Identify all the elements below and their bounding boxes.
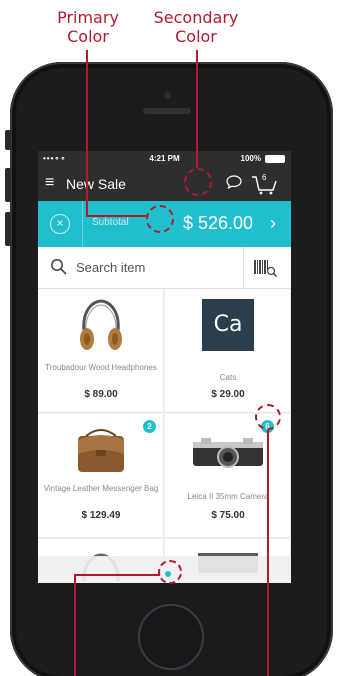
primary-callout-line [86,50,88,216]
primary-color-label: Primary Color [57,8,119,46]
phone-side-button [5,212,11,246]
camera-image [193,436,263,475]
chat-icon[interactable] [226,175,242,193]
headphones-image [76,297,126,360]
product-tile[interactable]: 6 Leica II 35mm Camera $ 75.00 [165,414,291,538]
product-price: $ 89.00 [84,389,118,400]
phone-side-button [5,168,11,202]
product-name: Vintage Leather Messenger Bag [43,484,159,493]
status-bar: •••∘∘ 4:21 PM 100% [38,151,291,167]
badge-marker [255,404,281,430]
cart-count: 6 [262,173,267,182]
divider [243,247,244,289]
close-icon[interactable]: × [50,214,70,234]
messenger-bag-image [76,424,126,481]
search-input[interactable]: Search item [76,260,145,275]
secondary-color-marker [184,168,212,196]
search-icon [50,258,68,281]
badge-callout-line [267,430,269,676]
product-tile[interactable]: Troubadour Wood Headphones $ 89.00 [38,289,164,413]
product-name: Troubadour Wood Headphones [45,363,157,372]
title-bar: ≡ New Sale 6 [38,167,291,201]
product-initials: Ca [202,299,254,351]
earpiece-speaker [143,108,191,114]
subtotal-amount: $ 526.00 [183,213,254,233]
barcode-search-icon[interactable] [254,258,278,283]
page-title: New Sale [66,176,126,192]
product-price: $ 129.49 [81,510,121,521]
primary-callout-line [86,215,148,217]
search-bar: Search item [38,247,291,289]
product-tile[interactable]: 2 Vintage Leather Messenger Bag $ 129.49 [38,414,164,538]
product-price: $ 75.00 [211,510,245,521]
phone-side-button [5,130,11,150]
secondary-callout-line [196,50,198,168]
divider [82,201,83,247]
front-camera [164,92,171,99]
product-name: Leica II 35mm Camera [187,492,269,501]
product-price: $ 29.00 [211,389,245,400]
page-dot-marker [158,560,182,584]
hamburger-icon[interactable]: ≡ [45,175,54,191]
quantity-badge: 2 [143,420,156,433]
home-button[interactable] [138,604,204,670]
battery-icon [265,155,285,163]
product-name: Cats [219,373,237,382]
subtotal-label: Subtotal [92,217,129,228]
secondary-color-label: Secondary Color [153,8,239,46]
primary-color-marker [146,205,174,233]
page-dot-callout-line [74,574,76,676]
page-dot-callout-line [74,574,160,576]
product-tile[interactable]: Ca Cats $ 29.00 [165,289,291,413]
battery-percent: 100% [240,154,261,163]
chevron-right-icon[interactable]: › [270,213,276,234]
